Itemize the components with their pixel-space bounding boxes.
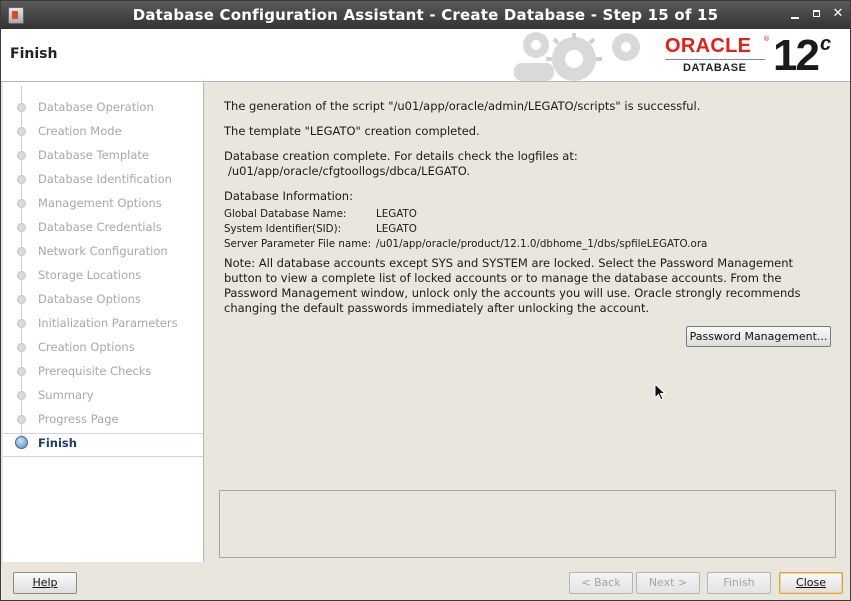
step-label: Database Identification: [38, 172, 172, 186]
info-key: System Identifier(SID):: [224, 223, 342, 235]
note-line: Password Management window, unlock only …: [224, 286, 801, 300]
step-item[interactable]: Initialization Parameters: [3, 302, 203, 336]
password-management-button[interactable]: Password Management...: [686, 326, 831, 347]
step-label: Database Credentials: [38, 220, 162, 234]
step-item[interactable]: Database Options: [3, 278, 203, 312]
step-item[interactable]: Network Configuration: [3, 230, 203, 264]
step-label: Database Operation: [38, 100, 154, 114]
creation-complete-message: Database creation complete. For details …: [224, 149, 578, 163]
steps-sidebar: Database Operation Creation Mode Database …: [3, 82, 204, 562]
step-item[interactable]: Management Options: [3, 182, 203, 216]
close-window-icon[interactable]: ✕: [831, 7, 845, 21]
step-item[interactable]: Database Operation: [3, 86, 203, 120]
page-title: Finish: [10, 46, 58, 62]
info-value: LEGATO: [376, 223, 417, 235]
database-info-heading: Database Information:: [224, 189, 353, 203]
step-item[interactable]: Creation Mode: [3, 110, 203, 144]
step-label: Creation Options: [38, 340, 135, 354]
help-label: Help: [32, 576, 58, 589]
finish-button[interactable]: Finish: [707, 572, 771, 594]
step-item[interactable]: Prerequisite Checks: [3, 350, 203, 384]
info-value: LEGATO: [376, 208, 417, 220]
current-step-icon: [15, 436, 28, 449]
mouse-cursor-icon: [654, 383, 666, 401]
step-label: Database Options: [38, 292, 141, 306]
template-message: The template "LEGATO" creation completed…: [224, 124, 480, 138]
message-area: [219, 490, 836, 558]
note-line: changing the default passwords immediate…: [224, 301, 650, 315]
log-path: /u01/app/oracle/cfgtoollogs/dbca/LEGATO.: [228, 164, 470, 178]
next-button[interactable]: Next >: [636, 572, 700, 594]
steps-list: Database Operation Creation Mode Database …: [3, 86, 203, 457]
minimize-icon[interactable]: [788, 7, 802, 21]
step-item[interactable]: Creation Options: [3, 326, 203, 360]
step-label: Prerequisite Checks: [38, 364, 152, 378]
step-label: Management Options: [38, 196, 162, 210]
version-number: 12: [773, 31, 820, 80]
step-item[interactable]: Finish: [3, 422, 203, 457]
page-header: Finish ORACLE ® DATABASE 12 c: [1, 29, 850, 82]
step-label: Storage Locations: [38, 268, 142, 282]
info-key: Server Parameter File name:: [224, 238, 372, 250]
step-label: Network Configuration: [38, 244, 168, 258]
note-line: button to view a complete list of locked…: [224, 271, 782, 285]
finish-content: The generation of the script "/u01/app/o…: [204, 82, 850, 562]
note-line: Note: All database accounts except SYS a…: [224, 256, 794, 270]
window-title: Database Configuration Assistant - Creat…: [132, 6, 719, 24]
step-item[interactable]: Database Credentials: [3, 206, 203, 240]
step-label: Initialization Parameters: [38, 316, 178, 330]
step-item[interactable]: Database Identification: [3, 158, 203, 192]
oracle-logo-word: ORACLE: [665, 35, 752, 57]
step-label: Progress Page: [38, 412, 119, 426]
step-label: Database Template: [38, 148, 150, 162]
back-button[interactable]: < Back: [569, 572, 633, 594]
dbca-window: Database Configuration Assistant - Creat…: [0, 0, 851, 601]
step-item[interactable]: Storage Locations: [3, 254, 203, 288]
step-label: Creation Mode: [38, 124, 122, 138]
version-mark: 12 c: [773, 31, 831, 81]
oracle-logo: ORACLE ® DATABASE: [665, 35, 770, 75]
info-value: /u01/app/oracle/product/12.1.0/dbhome_1/…: [376, 238, 708, 250]
version-suffix: c: [819, 33, 831, 55]
gears-banner-icon: [514, 32, 640, 81]
script-message: The generation of the script "/u01/app/o…: [224, 99, 701, 113]
registered-mark-icon: ®: [763, 35, 770, 43]
step-item[interactable]: Progress Page: [3, 398, 203, 432]
active-step-highlight: [3, 433, 203, 457]
step-item[interactable]: Summary: [3, 374, 203, 408]
title-bar: Database Configuration Assistant - Creat…: [1, 1, 850, 29]
step-label: Finish: [38, 436, 77, 450]
close-label: Close: [796, 576, 826, 589]
info-key: Global Database Name:: [224, 208, 347, 220]
help-button[interactable]: Help: [13, 572, 77, 594]
step-item[interactable]: Database Template: [3, 134, 203, 168]
step-label: Summary: [38, 388, 94, 402]
logo-divider: [665, 59, 765, 60]
maximize-icon[interactable]: [810, 7, 824, 21]
oracle-logo-sub: DATABASE: [683, 62, 747, 74]
close-button[interactable]: Close: [779, 572, 843, 594]
